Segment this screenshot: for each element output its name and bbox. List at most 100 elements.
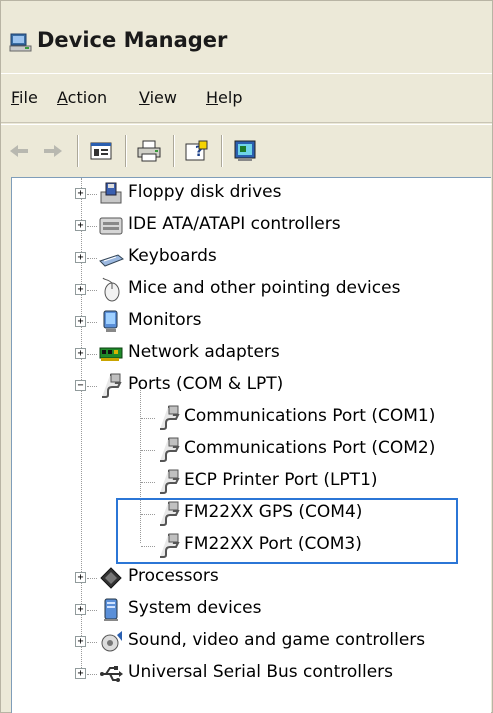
device-tree[interactable]: + Floppy disk drives + IDE ATA/ATAPI con…	[11, 177, 491, 713]
expand-toggle[interactable]: +	[75, 316, 86, 327]
expand-toggle[interactable]: +	[75, 348, 86, 359]
toolbar-separator	[125, 135, 127, 167]
port-icon	[160, 469, 180, 494]
tree-connector	[141, 418, 155, 419]
tree-item-label: FM22XX GPS (COM4)	[184, 502, 363, 522]
tree-item-fm22xx-gps[interactable]: FM22XX GPS (COM4)	[12, 498, 491, 530]
expand-toggle[interactable]: +	[75, 668, 86, 679]
tree-item-label: Monitors	[128, 310, 202, 330]
tree-item-label: Sound, video and game controllers	[128, 630, 426, 650]
expand-toggle[interactable]: +	[75, 636, 86, 647]
device-manager-icon	[9, 33, 32, 52]
properties-icon	[90, 142, 112, 160]
port-icon	[160, 405, 180, 430]
tree-item-label: Communications Port (COM2)	[184, 438, 436, 458]
tree-connector	[87, 322, 97, 323]
expand-toggle[interactable]: +	[75, 252, 86, 263]
forward-button[interactable]	[39, 137, 67, 165]
tree-connector	[141, 514, 155, 515]
tree-connector	[141, 482, 155, 483]
collapse-toggle[interactable]: −	[75, 380, 86, 391]
menu-action[interactable]: Action	[57, 88, 107, 107]
tree-item-keyboards[interactable]: + Keyboards	[12, 242, 491, 274]
expand-toggle[interactable]: +	[75, 188, 86, 199]
back-icon	[10, 145, 28, 157]
tree-item-mice[interactable]: + Mice and other pointing devices	[12, 274, 491, 306]
tree-connector	[141, 546, 155, 547]
network-adapter-icon	[99, 347, 123, 361]
device-manager-window: Device Manager File Action View Help ? +…	[0, 0, 493, 713]
ide-controller-icon	[99, 217, 123, 235]
help-icon: ?	[185, 140, 208, 161]
toolbar-separator	[221, 135, 223, 167]
tree-item-sound-video[interactable]: + Sound, video and game controllers	[12, 626, 491, 658]
forward-icon	[44, 145, 62, 157]
system-devices-icon	[104, 598, 118, 621]
sound-icon	[101, 631, 122, 652]
tree-connector	[87, 674, 97, 675]
menu-bar: File Action View Help	[1, 73, 492, 123]
menu-file[interactable]: File	[11, 88, 38, 107]
tree-item-system-devices[interactable]: + System devices	[12, 594, 491, 626]
toolbar: ?	[1, 124, 492, 176]
tree-item-label: Communications Port (COM1)	[184, 406, 436, 426]
port-icon	[160, 533, 180, 558]
tree-connector	[87, 386, 97, 387]
tree-item-label: IDE ATA/ATAPI controllers	[128, 214, 341, 234]
tree-item-ports[interactable]: − Ports (COM & LPT)	[12, 370, 491, 402]
window-title: Device Manager	[37, 28, 228, 52]
tree-item-label: FM22XX Port (COM3)	[184, 534, 362, 554]
tree-item-monitors[interactable]: + Monitors	[12, 306, 491, 338]
menu-help[interactable]: Help	[206, 88, 242, 107]
mouse-icon	[102, 277, 120, 302]
tree-item-processors[interactable]: + Processors	[12, 562, 491, 594]
print-icon	[137, 140, 161, 162]
back-button[interactable]	[5, 137, 33, 165]
tree-item-fm22xx-port[interactable]: FM22XX Port (COM3)	[12, 530, 491, 562]
tree-item-ide-controllers[interactable]: + IDE ATA/ATAPI controllers	[12, 210, 491, 242]
tree-connector	[87, 610, 97, 611]
tree-connector	[141, 450, 155, 451]
expand-toggle[interactable]: +	[75, 572, 86, 583]
monitor-icon	[103, 310, 118, 332]
menu-view[interactable]: View	[139, 88, 177, 107]
expand-toggle[interactable]: +	[75, 604, 86, 615]
tree-item-lpt1[interactable]: ECP Printer Port (LPT1)	[12, 466, 491, 498]
tree-item-label: Universal Serial Bus controllers	[128, 662, 394, 682]
expand-toggle[interactable]: +	[75, 220, 86, 231]
toolbar-separator	[173, 135, 175, 167]
usb-icon	[100, 666, 123, 682]
tree-item-com2[interactable]: Communications Port (COM2)	[12, 434, 491, 466]
properties-button[interactable]	[87, 137, 115, 165]
keyboard-icon	[99, 254, 124, 267]
tree-connector	[87, 194, 97, 195]
expand-toggle[interactable]: +	[75, 284, 86, 295]
help-button[interactable]: ?	[183, 137, 211, 165]
print-button[interactable]	[135, 137, 163, 165]
tree-connector	[87, 290, 97, 291]
tree-item-usb-controllers[interactable]: + Universal Serial Bus controllers	[12, 658, 491, 690]
scan-hardware-button[interactable]	[231, 137, 259, 165]
floppy-drive-icon	[100, 182, 122, 204]
tree-item-com1[interactable]: Communications Port (COM1)	[12, 402, 491, 434]
tree-connector	[87, 258, 97, 259]
scan-hardware-icon	[234, 140, 256, 161]
title-bar[interactable]: Device Manager	[1, 1, 492, 73]
tree-item-label: System devices	[128, 598, 262, 618]
tree-item-floppy-disk-drives[interactable]: + Floppy disk drives	[12, 178, 491, 210]
port-icon	[160, 501, 180, 526]
tree-connector	[87, 226, 97, 227]
tree-item-label: Processors	[128, 566, 219, 586]
tree-connector	[87, 578, 97, 579]
tree-connector	[87, 354, 97, 355]
port-icon	[160, 437, 180, 462]
tree-item-label: Network adapters	[128, 342, 280, 362]
port-icon	[102, 373, 122, 398]
tree-item-label: Ports (COM & LPT)	[128, 374, 284, 394]
tree-item-network-adapters[interactable]: + Network adapters	[12, 338, 491, 370]
toolbar-separator	[77, 135, 79, 167]
tree-item-label: Floppy disk drives	[128, 182, 282, 202]
tree-item-label: Keyboards	[128, 246, 217, 266]
tree-item-label: ECP Printer Port (LPT1)	[184, 470, 378, 490]
tree-item-label: Mice and other pointing devices	[128, 278, 401, 298]
